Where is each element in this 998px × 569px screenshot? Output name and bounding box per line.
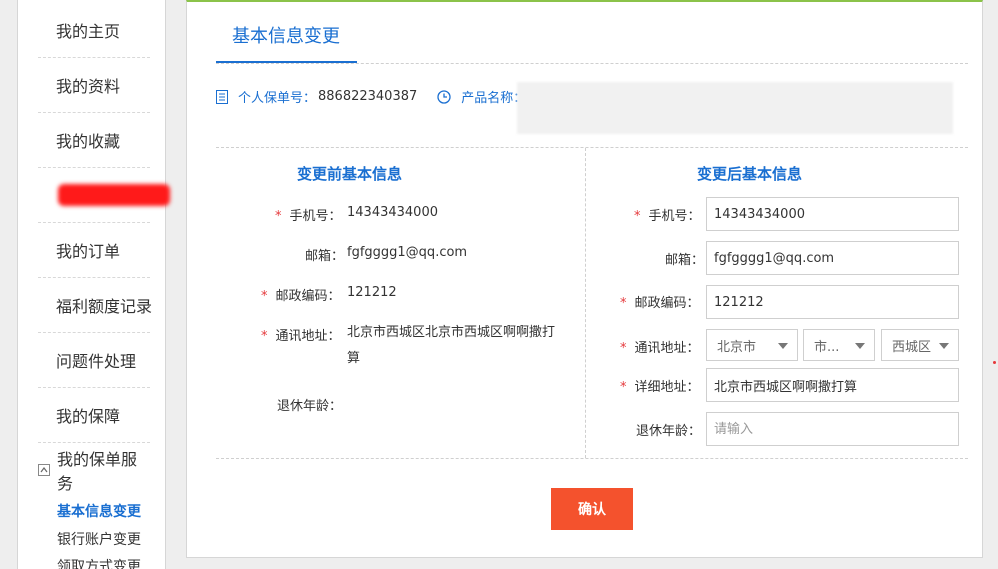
detail-address-label: * 详细地址： [620,376,700,395]
sidebar-subitem-payout-method[interactable]: 领取方式变更 [57,556,141,569]
sidebar-group-policy-services[interactable]: 我的保单服务 [38,442,150,497]
before-email-label: 邮箱： [305,249,345,264]
sidebar-item-label: 福利额度记录 [56,297,153,316]
sidebar-item-welfare-records[interactable]: 福利额度记录 [38,278,153,333]
district-select[interactable]: 西城区 [881,329,959,361]
sidebar-item-home[interactable]: 我的主页 [38,3,150,58]
sidebar-item-label: 我的收藏 [56,132,121,151]
required-mark: * [261,329,268,344]
label-text: 邮政编码： [275,289,341,304]
before-heading: 变更前基本信息 [297,165,403,183]
city-value: 市... [814,339,840,355]
after-retire-label: 退休年龄： [636,424,702,439]
sidebar-item-label: 我的保障 [56,407,121,426]
policy-number-label: 个人保单号： [238,91,317,106]
edge-mark [993,361,996,364]
divider [216,63,968,64]
sidebar-item-redacted[interactable] [38,168,170,223]
after-email-label: 邮箱： [665,253,705,268]
retire-age-input[interactable] [706,412,959,446]
sidebar-item-label: 我的订单 [56,242,121,261]
clock-icon [437,89,451,104]
required-mark: * [620,296,627,311]
required-mark: * [620,380,627,395]
before-phone-label: * 手机号： [275,205,342,224]
sidebar-item-my-coverage[interactable]: 我的保障 [38,388,150,443]
after-phone-label: * 手机号： [634,205,701,224]
chevron-down-icon [855,343,865,349]
divider [216,458,968,459]
before-address-value: 北京市西城区北京市西城区啊啊撒打算 [347,325,556,366]
after-address-label: * 通讯地址： [620,337,700,356]
before-phone-value: 14343434000 [347,205,438,220]
zip-input[interactable] [706,285,959,319]
label-text: 通讯地址： [634,341,700,356]
sidebar-item-profile[interactable]: 我的资料 [38,58,150,113]
label-text: 通讯地址： [275,329,341,344]
before-retire-label: 退休年龄： [277,399,343,414]
sidebar: 我的主页 我的资料 我的收藏 我的订单 福利额度记录 问题件处理 我的保障 我的… [17,0,170,569]
sidebar-item-label: 我的资料 [56,77,121,96]
sidebar-item-favorites[interactable]: 我的收藏 [38,113,150,168]
sidebar-item-label: 问题件处理 [56,352,137,371]
policy-info-row: 个人保单号： 886822340387 产品名称： [216,87,526,106]
sidebar-subitem-basic-info[interactable]: 基本信息变更 [57,501,141,521]
collapse-icon[interactable] [38,463,50,476]
sidebar-item-label: 我的主页 [56,22,121,41]
product-name-redacted [517,82,953,134]
before-address-label: * 通讯地址： [261,325,341,344]
detail-address-input[interactable] [706,368,959,402]
required-mark: * [634,209,641,224]
after-heading: 变更后基本信息 [697,165,803,183]
sidebar-item-issue-handling[interactable]: 问题件处理 [38,333,150,388]
sidebar-group-label: 我的保单服务 [57,449,138,493]
before-zip-label: * 邮政编码： [261,285,341,304]
sidebar-item-orders[interactable]: 我的订单 [38,223,150,278]
confirm-button[interactable]: 确认 [551,488,633,530]
divider [216,147,968,148]
page-title: 基本信息变更 [232,26,340,47]
province-value: 北京市 [717,339,757,355]
required-mark: * [620,341,627,356]
after-zip-label: * 邮政编码： [620,292,700,311]
label-text: 邮政编码： [634,296,700,311]
label-text: 手机号： [648,209,701,224]
before-email-value: fgfgggg1@qq.com [347,245,468,260]
chevron-down-icon [778,343,788,349]
required-mark: * [275,209,282,224]
chevron-down-icon [939,343,949,349]
city-select[interactable]: 市... [803,329,875,361]
main-panel: 基本信息变更 个人保单号： 886822340387 产品名称： 变更前基本信息… [186,0,983,558]
district-value: 西城区 [892,339,932,355]
sidebar-subitem-bank-account[interactable]: 银行账户变更 [57,529,141,549]
policy-number-value: 886822340387 [318,89,418,104]
phone-input[interactable] [706,197,959,231]
province-select[interactable]: 北京市 [706,329,798,361]
label-text: 详细地址： [634,380,700,395]
before-zip-value: 121212 [347,285,397,300]
redaction-mark [58,184,170,206]
column-divider [585,148,586,458]
required-mark: * [261,289,268,304]
document-icon [216,89,228,104]
email-input[interactable] [706,241,959,275]
label-text: 手机号： [289,209,342,224]
